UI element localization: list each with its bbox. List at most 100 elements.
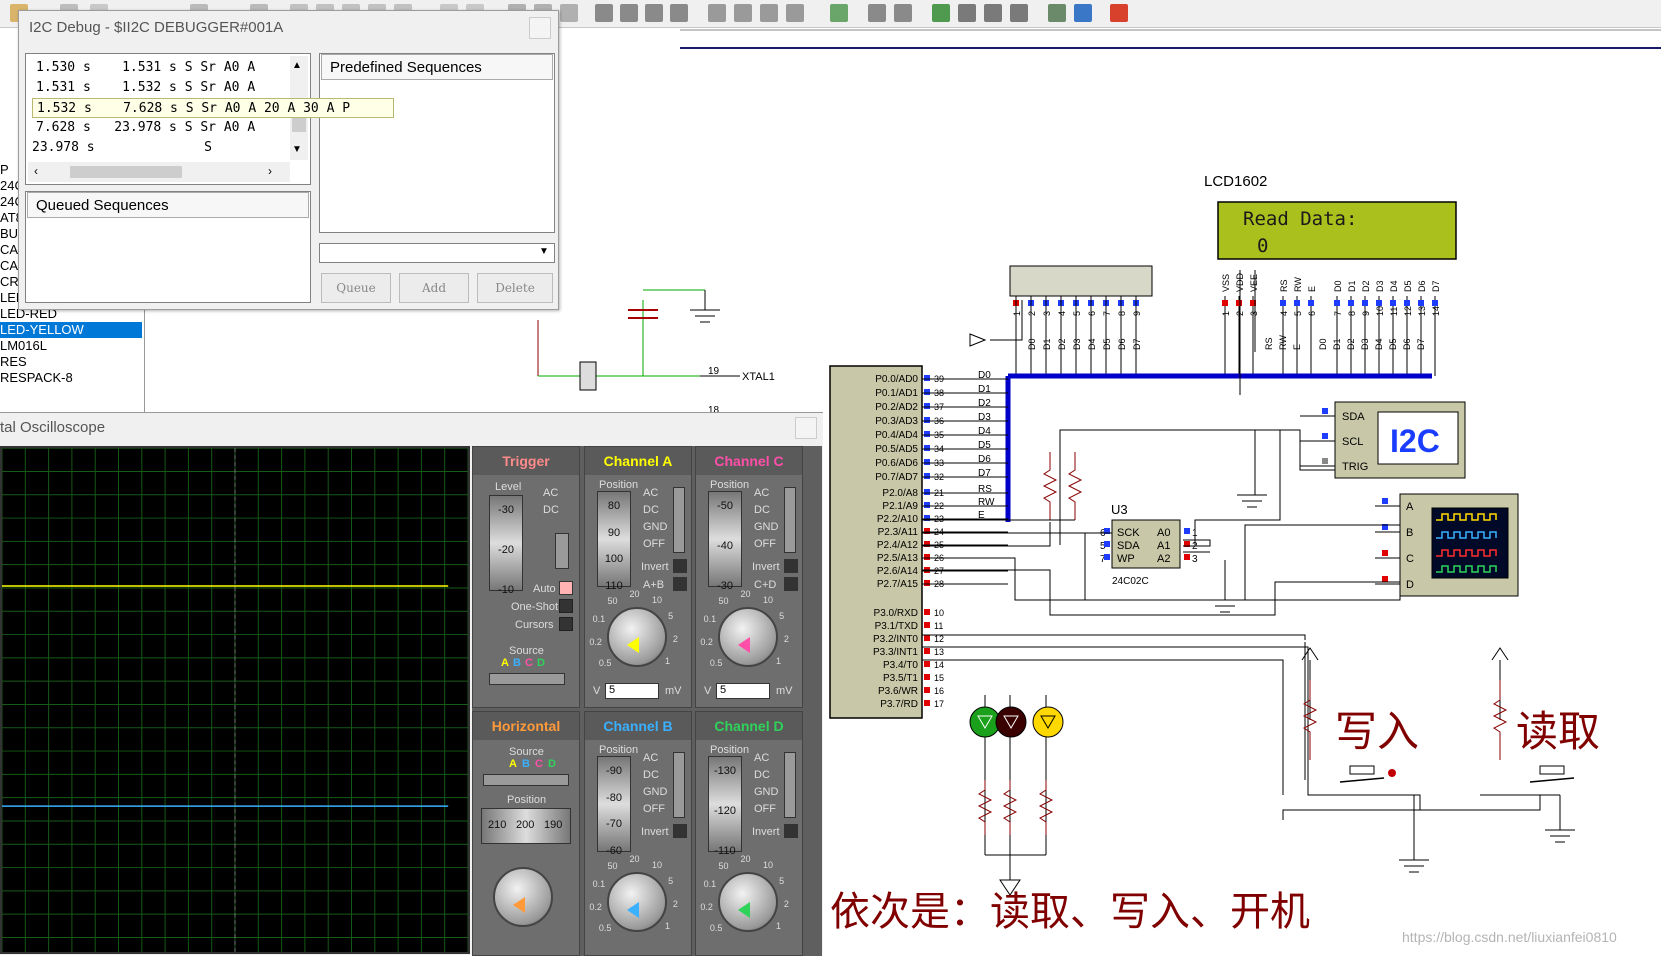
mcu-pin-number: 11 bbox=[934, 621, 943, 631]
wire-autorouter-icon[interactable] bbox=[830, 4, 848, 22]
scope-pin-name: B bbox=[1406, 527, 1413, 539]
pin-state-marker bbox=[1184, 554, 1190, 560]
block-rotate-icon[interactable] bbox=[645, 4, 663, 22]
i2c-close-button[interactable] bbox=[529, 17, 551, 39]
dial-label: 50 bbox=[718, 861, 729, 872]
volts-div-knob[interactable] bbox=[718, 872, 778, 932]
delete-button[interactable]: Delete bbox=[477, 273, 553, 303]
coupling-switch[interactable] bbox=[784, 487, 796, 553]
trace-row[interactable]: 1.531 s 1.532 s S Sr A0 A bbox=[36, 78, 255, 98]
pin-state-marker bbox=[924, 445, 930, 451]
led-red[interactable] bbox=[995, 706, 1027, 738]
trace-row[interactable]: 1.530 s 1.531 s S Sr A0 A bbox=[36, 58, 255, 78]
lcd-pin-name: RS bbox=[1279, 279, 1289, 292]
eeprom-pin-name: A0 bbox=[1157, 527, 1170, 539]
invert-button[interactable] bbox=[673, 824, 687, 838]
component-list-item[interactable]: LED-YELLOW bbox=[0, 322, 142, 338]
crystal[interactable] bbox=[579, 361, 597, 391]
pick-device-icon[interactable] bbox=[708, 4, 726, 22]
component-list-item[interactable]: LM016L bbox=[0, 338, 142, 354]
cursors-button[interactable] bbox=[559, 617, 573, 631]
new-sheet-icon[interactable] bbox=[932, 4, 950, 22]
dial-label: 5 bbox=[779, 611, 785, 622]
oscilloscope-close-button[interactable] bbox=[795, 417, 817, 439]
dial-label: 0.5 bbox=[598, 657, 612, 668]
coupling-switch[interactable] bbox=[673, 752, 685, 818]
oscilloscope-title: tal Oscilloscope bbox=[0, 419, 106, 436]
make-device-icon[interactable] bbox=[734, 4, 752, 22]
oscilloscope-window[interactable]: tal Oscilloscope Trigger Level -30 -20 -10 AC… bbox=[0, 412, 823, 956]
trace-row[interactable]: 23.978 s S bbox=[32, 138, 212, 158]
i2c-debug-window[interactable]: I2C Debug - $II2C DEBUGGER#001A 1.530 s … bbox=[18, 10, 559, 310]
write-button[interactable] bbox=[1349, 765, 1375, 775]
horizontal-source-slider[interactable] bbox=[483, 774, 569, 786]
decompose-icon[interactable] bbox=[786, 4, 804, 22]
scroll-left-icon[interactable]: ‹ bbox=[34, 164, 38, 178]
scale-value: -70 bbox=[606, 818, 622, 831]
package-tool-icon[interactable] bbox=[760, 4, 778, 22]
block-copy-icon[interactable] bbox=[595, 4, 613, 22]
block-delete-icon[interactable] bbox=[670, 4, 688, 22]
auto-button[interactable] bbox=[559, 581, 573, 595]
trigger-level-slider[interactable]: -30 -20 -10 bbox=[489, 495, 523, 596]
trace-hscrollbar[interactable]: ‹ › bbox=[28, 162, 290, 182]
resistor-pack-header[interactable] bbox=[1009, 265, 1153, 297]
hscroll-thumb[interactable] bbox=[70, 166, 182, 178]
block-move-icon[interactable] bbox=[620, 4, 638, 22]
scroll-right-icon[interactable]: › bbox=[268, 164, 272, 178]
i2c-trace-list[interactable]: 1.530 s 1.531 s S Sr A0 A 1.531 s 1.532 … bbox=[25, 53, 394, 185]
sequence-dropdown[interactable]: ▼ bbox=[319, 243, 555, 263]
add-button[interactable]: Add bbox=[399, 273, 469, 303]
paste-icon[interactable] bbox=[560, 4, 578, 22]
netlist-icon[interactable] bbox=[1048, 4, 1066, 22]
channel-position-slider[interactable]: -130 -120 -110 bbox=[708, 756, 742, 857]
channel-position-slider[interactable]: -50 -40 -30 bbox=[708, 491, 742, 592]
sum-button[interactable] bbox=[784, 577, 798, 591]
invert-button[interactable] bbox=[784, 559, 798, 573]
pin-state-marker bbox=[924, 389, 930, 395]
scroll-up-icon[interactable]: ▲ bbox=[292, 60, 302, 71]
component-list-item[interactable]: RESPACK-8 bbox=[0, 370, 142, 386]
volts-div-knob[interactable] bbox=[718, 607, 778, 667]
invert-button[interactable] bbox=[784, 824, 798, 838]
scope-screen[interactable] bbox=[0, 446, 470, 954]
volts-div-knob[interactable] bbox=[607, 872, 667, 932]
channel-invert-label: Invert bbox=[752, 826, 780, 838]
exit-parent-icon[interactable] bbox=[984, 4, 1002, 22]
volts-div-input[interactable]: 5 bbox=[605, 683, 659, 699]
queue-button[interactable]: Queue bbox=[321, 273, 391, 303]
horizontal-position-slider[interactable]: 210 200 190 bbox=[481, 808, 571, 844]
component-list-item[interactable]: RES bbox=[0, 354, 142, 370]
trace-row[interactable]: 7.628 s 23.978 s S Sr A0 A bbox=[36, 118, 255, 138]
horizontal-panel-title: Horizontal bbox=[473, 712, 579, 740]
dial-label: 5 bbox=[779, 876, 785, 887]
one-shot-button[interactable] bbox=[559, 599, 573, 613]
channel-position-slider[interactable]: 80 90 100 110 bbox=[597, 491, 631, 592]
trigger-source-slider[interactable] bbox=[489, 673, 565, 685]
trace-row-selected[interactable]: 1.532 s 7.628 s S Sr A0 A 20 A 30 A P bbox=[32, 98, 394, 118]
volts-div-input[interactable]: 5 bbox=[716, 683, 770, 699]
invert-button[interactable] bbox=[673, 559, 687, 573]
trigger-edge-switch[interactable] bbox=[555, 533, 569, 569]
electrical-check-icon[interactable] bbox=[1074, 4, 1092, 22]
bom-icon[interactable] bbox=[1010, 4, 1028, 22]
property-tool-icon[interactable] bbox=[894, 4, 912, 22]
sum-button[interactable] bbox=[673, 577, 687, 591]
search-tag-icon[interactable] bbox=[868, 4, 886, 22]
ares-icon[interactable] bbox=[1110, 4, 1128, 22]
volts-div-knob[interactable] bbox=[607, 607, 667, 667]
lcd-pin-name: E bbox=[1307, 286, 1317, 292]
channel-sum-label: A+B bbox=[643, 579, 665, 591]
dial-label: 0.2 bbox=[700, 901, 713, 912]
read-button[interactable] bbox=[1539, 765, 1565, 775]
coupling-switch[interactable] bbox=[784, 752, 796, 818]
xtal1-pin-label: XTAL1 bbox=[742, 371, 775, 383]
scroll-down-icon[interactable]: ▼ bbox=[292, 144, 302, 155]
remove-sheet-icon[interactable] bbox=[958, 4, 976, 22]
led-yellow[interactable] bbox=[1032, 706, 1064, 738]
channel-position-slider[interactable]: -90 -80 -70 -60 bbox=[597, 756, 631, 857]
volts-div-knob[interactable] bbox=[493, 867, 553, 927]
channel-panel-c-title: Channel C bbox=[696, 447, 802, 475]
coupling-switch[interactable] bbox=[673, 487, 685, 553]
dropdown-arrow-icon[interactable]: ▼ bbox=[536, 246, 552, 260]
